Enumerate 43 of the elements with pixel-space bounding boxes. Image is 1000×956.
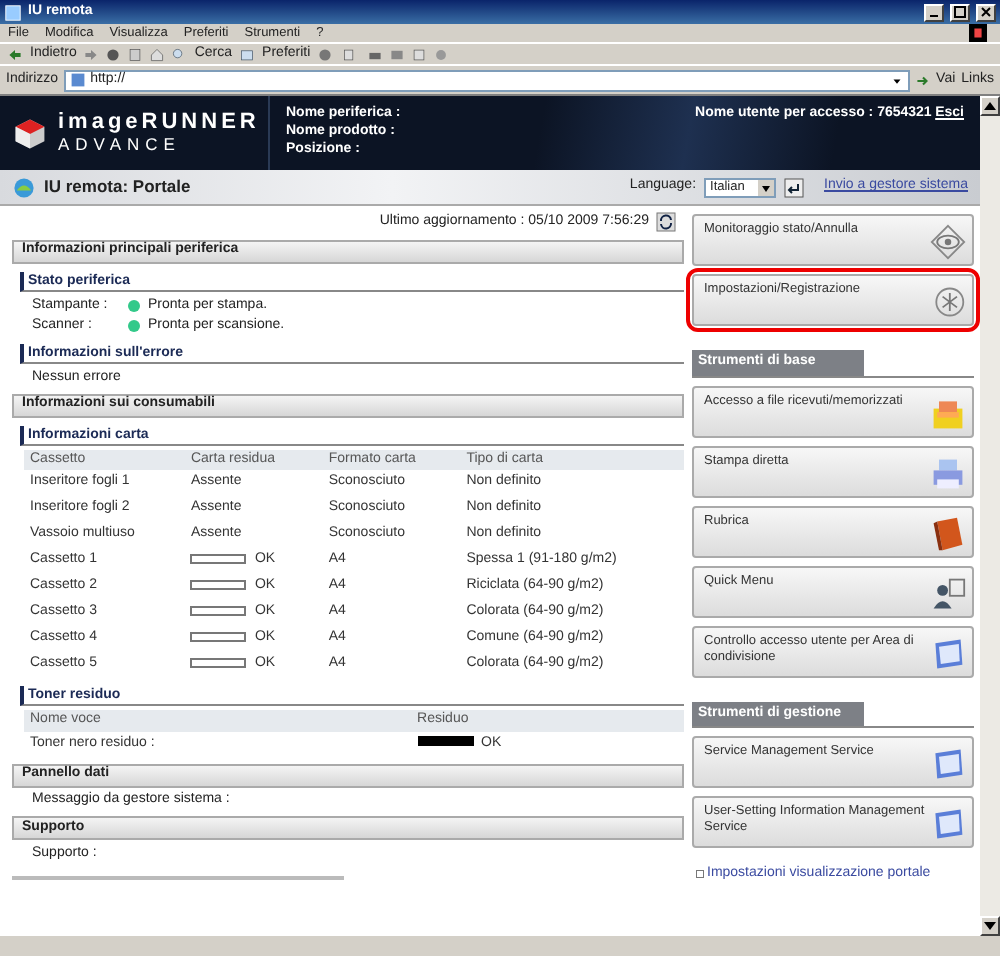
home-icon[interactable] xyxy=(150,47,165,61)
window-icon xyxy=(4,3,22,21)
maximize-button[interactable] xyxy=(950,3,970,21)
product-logo: imageRUNNER xyxy=(58,112,260,134)
printer-icon xyxy=(930,455,966,491)
meter-track xyxy=(190,605,247,616)
close-button[interactable] xyxy=(976,3,996,21)
asterisk-icon xyxy=(930,284,966,320)
portal-icon xyxy=(12,175,36,199)
eye-icon xyxy=(930,224,966,260)
browser-logo-icon xyxy=(964,24,992,42)
meter-track xyxy=(190,579,247,590)
maximize-icon xyxy=(954,5,966,17)
scroll-down-button[interactable] xyxy=(980,916,1000,936)
back-arrow-icon[interactable] xyxy=(8,47,22,61)
cube-logo-icon xyxy=(12,115,48,151)
window-icon xyxy=(930,746,966,782)
page-icon xyxy=(70,72,87,88)
people-icon xyxy=(930,575,966,611)
go-arrow-icon[interactable] xyxy=(916,73,931,87)
meter-track xyxy=(190,553,247,564)
apply-arrow-icon[interactable] xyxy=(784,177,805,197)
down-arrow-icon xyxy=(984,919,996,932)
forward-arrow-icon[interactable] xyxy=(84,47,99,61)
meter-track xyxy=(190,657,247,668)
window-icon xyxy=(930,635,966,671)
meter-track xyxy=(190,631,247,642)
mail-icon[interactable] xyxy=(390,47,405,61)
up-arrow-icon xyxy=(984,99,996,112)
page-title: IU remota: Portale xyxy=(44,174,193,200)
media-icon[interactable] xyxy=(318,47,333,61)
scroll-up-button[interactable] xyxy=(980,96,1000,116)
minimize-button[interactable] xyxy=(924,3,944,21)
bullet-icon xyxy=(695,869,704,878)
search-icon[interactable] xyxy=(172,47,187,61)
product-line: ADVANCE xyxy=(58,134,183,154)
close-icon xyxy=(980,5,992,17)
book-icon xyxy=(930,515,966,551)
dropdown-arrow-icon xyxy=(758,179,775,195)
stop-icon[interactable] xyxy=(106,47,121,61)
printer-icon[interactable] xyxy=(368,47,383,61)
folder-icon xyxy=(930,395,966,431)
window-icon xyxy=(930,806,966,842)
